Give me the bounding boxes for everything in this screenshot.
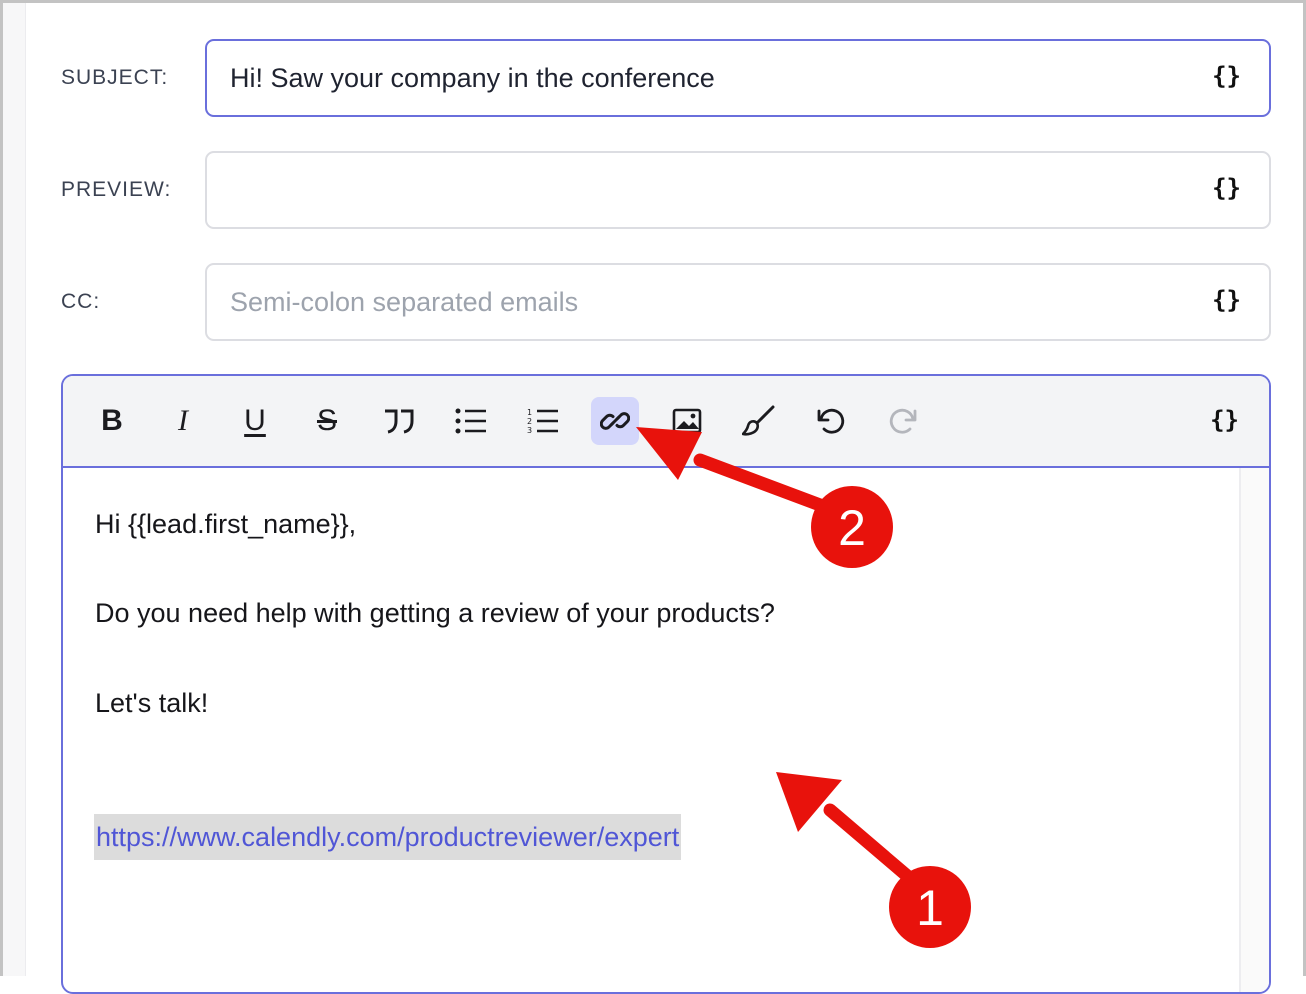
preview-field[interactable]: {} xyxy=(205,151,1271,229)
link-icon xyxy=(600,412,630,430)
cc-placeholder: Semi-colon separated emails xyxy=(230,287,579,317)
underline-button[interactable]: U xyxy=(231,397,279,445)
brush-icon xyxy=(742,405,775,436)
preview-variable-icon[interactable]: {} xyxy=(1212,174,1241,202)
strikethrough-icon: S xyxy=(316,404,337,437)
svg-text:1: 1 xyxy=(527,408,532,417)
bullet-list-button[interactable] xyxy=(447,397,495,445)
image-button[interactable] xyxy=(663,397,711,445)
body-cta: Let's talk! xyxy=(95,688,209,718)
image-icon xyxy=(672,408,702,434)
bold-icon: B xyxy=(101,404,123,437)
subject-label: SUBJECT: xyxy=(61,66,169,89)
strikethrough-button[interactable]: S xyxy=(303,397,351,445)
italic-icon: I xyxy=(178,404,188,437)
bold-button[interactable]: B xyxy=(88,397,136,445)
body-question: Do you need help with getting a review o… xyxy=(95,598,775,628)
cc-label: CC: xyxy=(61,290,101,313)
cc-field[interactable]: Semi-colon separated emails {} xyxy=(205,263,1271,341)
numbered-list-button[interactable]: 1 2 3 xyxy=(519,397,567,445)
undo-icon xyxy=(817,408,845,434)
subject-variable-icon[interactable]: {} xyxy=(1212,62,1241,90)
quote-button[interactable] xyxy=(375,397,423,445)
underline-icon: U xyxy=(244,404,266,437)
selected-link-text[interactable]: https://www.calendly.com/productreviewer… xyxy=(94,814,682,860)
left-panel-edge xyxy=(3,3,26,976)
body-greeting: Hi {{lead.first_name}}, xyxy=(95,509,357,539)
brush-button[interactable] xyxy=(735,397,783,445)
editor-scrollbar[interactable] xyxy=(1239,468,1269,992)
italic-button[interactable]: I xyxy=(159,397,207,445)
subject-value: Hi! Saw your company in the conference xyxy=(230,63,715,93)
editor-toolbar: B I U S 1 2 3 {} xyxy=(63,376,1269,468)
editor-variable-icon[interactable]: {} xyxy=(1210,406,1239,434)
numbered-list-icon: 1 2 3 xyxy=(527,408,558,435)
svg-text:2: 2 xyxy=(527,417,532,426)
redo-button[interactable] xyxy=(879,397,927,445)
undo-button[interactable] xyxy=(807,397,855,445)
preview-label: PREVIEW: xyxy=(61,178,172,201)
cc-variable-icon[interactable]: {} xyxy=(1212,286,1241,314)
subject-field[interactable]: Hi! Saw your company in the conference {… xyxy=(205,39,1271,117)
email-body-editor: B I U S 1 2 3 {} Hi {{lead.first_name}},… xyxy=(61,374,1271,994)
link-button[interactable] xyxy=(591,397,639,445)
email-body[interactable]: Hi {{lead.first_name}}, Do you need help… xyxy=(63,468,1269,992)
svg-text:3: 3 xyxy=(527,426,532,435)
bullet-list-icon xyxy=(455,408,486,434)
quote-icon xyxy=(385,409,414,434)
redo-icon xyxy=(889,408,917,434)
